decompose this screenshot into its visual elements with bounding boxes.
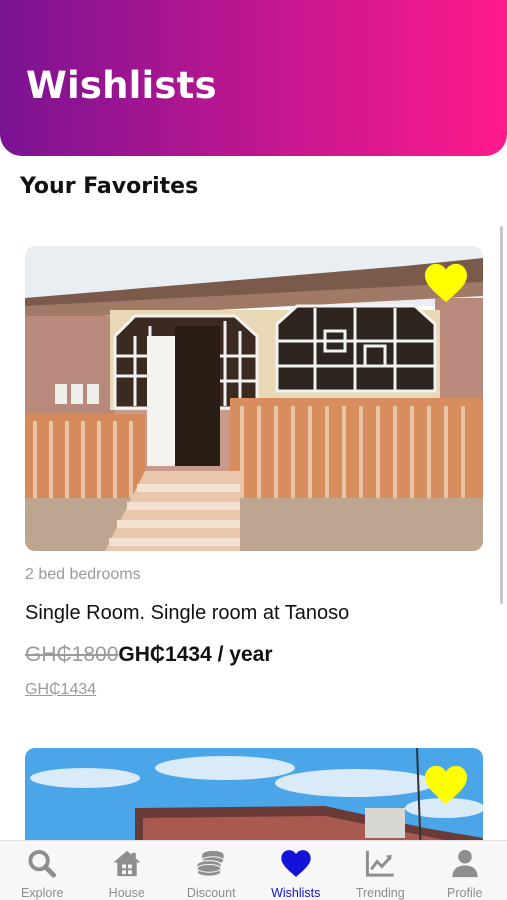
tab-wishlists[interactable]: Wishlists xyxy=(254,841,339,900)
heart-icon xyxy=(281,850,311,877)
price-row: GH₵1800GH₵1434 / year xyxy=(25,643,483,667)
listing-card[interactable]: 2 bed bedrooms Single Room. Single room … xyxy=(25,246,483,699)
tab-label: Trending xyxy=(355,886,405,900)
house-photo-image xyxy=(25,246,483,551)
tab-label: House xyxy=(108,886,145,900)
search-icon xyxy=(28,849,57,878)
tab-label: Profile xyxy=(447,886,483,900)
coins-icon xyxy=(197,850,225,877)
page-title: Wishlists xyxy=(26,64,217,107)
listing-title[interactable]: Single Room. Single room at Tanoso xyxy=(25,602,483,625)
price-link[interactable]: GH₵1434 xyxy=(25,681,483,699)
trending-chart-icon xyxy=(366,850,394,877)
tab-label: Wishlists xyxy=(271,886,321,900)
house-icon xyxy=(113,850,141,877)
tab-discount[interactable]: Discount xyxy=(169,841,254,900)
favorite-heart-icon[interactable] xyxy=(423,262,469,304)
section-title: Your Favorites xyxy=(20,174,199,199)
tab-house[interactable]: House xyxy=(85,841,170,900)
header: Wishlists xyxy=(0,0,507,156)
tab-label: Discount xyxy=(186,886,236,900)
discounted-price: GH₵1434 / year xyxy=(118,643,273,666)
listing-photo[interactable] xyxy=(25,246,483,551)
tab-trending[interactable]: Trending xyxy=(338,841,423,900)
person-icon xyxy=(452,849,478,878)
tab-explore[interactable]: Explore xyxy=(0,841,85,900)
tab-profile[interactable]: Profile xyxy=(423,841,507,900)
tab-label: Explore xyxy=(21,886,64,900)
bottom-tab-bar: Explore House Discount Wishlists Trendin… xyxy=(0,840,507,900)
scroll-indicator[interactable] xyxy=(500,226,503,604)
bedroom-count: 2 bed bedrooms xyxy=(25,566,141,583)
original-price: GH₵1800 xyxy=(25,643,119,666)
favorite-heart-icon[interactable] xyxy=(423,764,469,806)
